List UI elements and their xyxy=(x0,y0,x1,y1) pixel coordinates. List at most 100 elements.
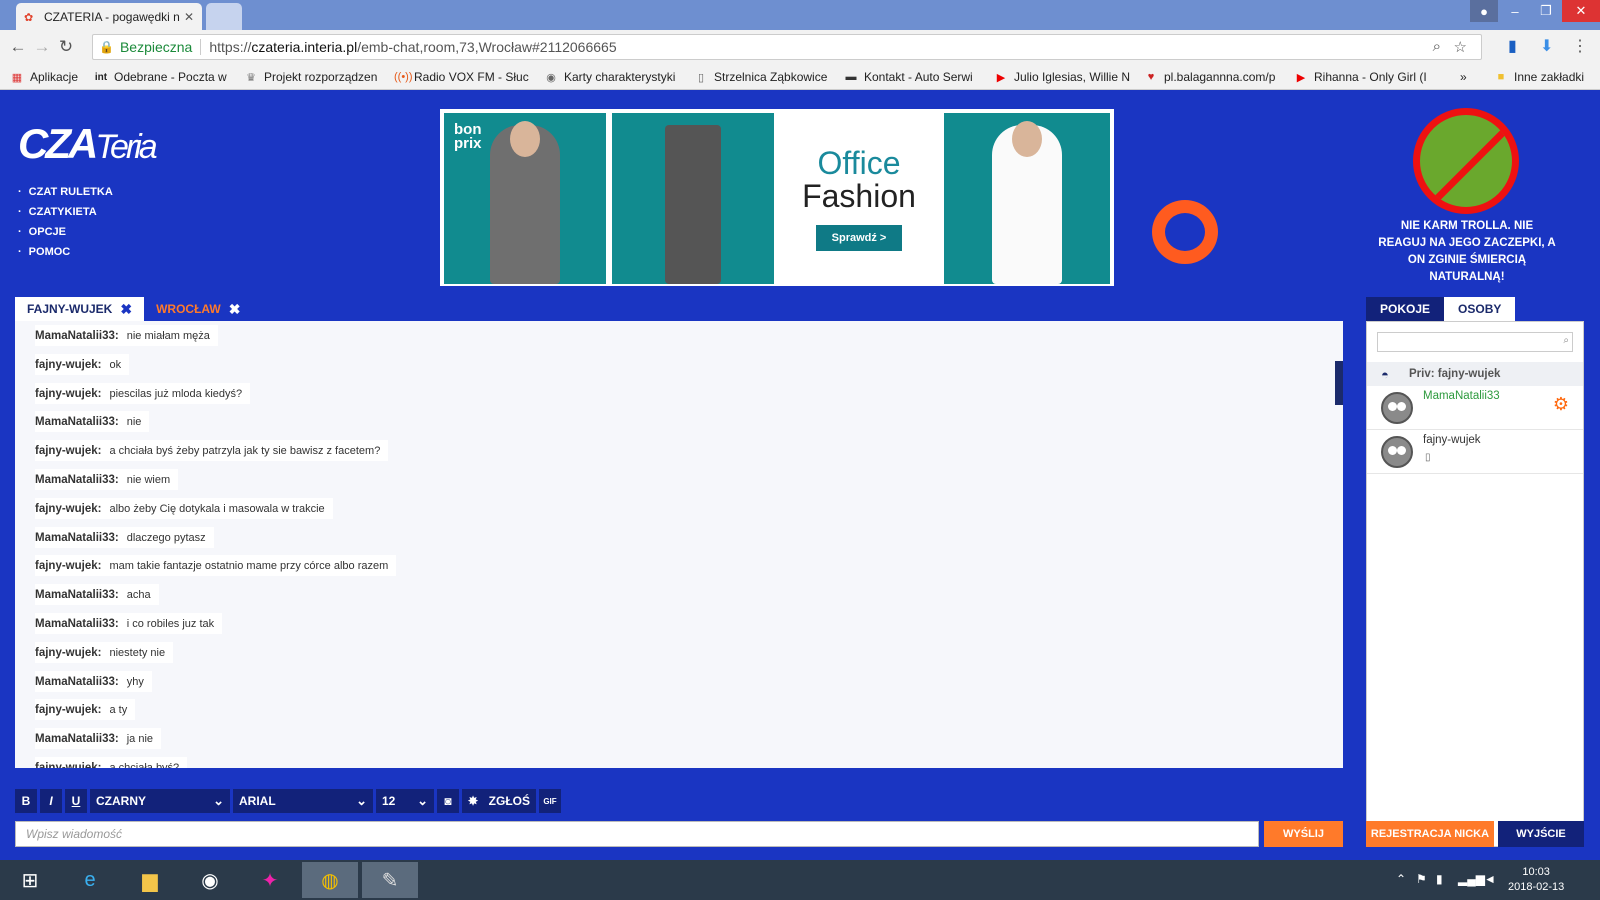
bookmark-item[interactable]: ▦ Aplikacje xyxy=(10,68,84,86)
message-nick[interactable]: fajny-wujek: xyxy=(35,503,101,515)
ad-cta-button[interactable]: Sprawdź > xyxy=(815,225,903,251)
message-nick[interactable]: MamaNatalii33: xyxy=(35,474,119,486)
send-button[interactable]: WYŚLIJ xyxy=(1264,821,1343,847)
windows-start-icon[interactable]: ⊞ xyxy=(2,862,58,898)
font-select[interactable]: ARIAL ⌄ xyxy=(233,789,373,813)
bookmark-extension-icon[interactable]: ▮ xyxy=(1508,36,1517,56)
other-bookmarks-folder[interactable]: ■ Inne zakładki xyxy=(1494,68,1598,86)
reload-icon[interactable]: ↻ xyxy=(54,37,78,57)
exit-button[interactable]: WYJŚCIE xyxy=(1498,821,1584,847)
paint-brush-icon[interactable]: ✎ xyxy=(362,862,418,898)
chrome-icon[interactable]: ◍ xyxy=(302,862,358,898)
message-nick[interactable]: MamaNatalii33: xyxy=(35,330,119,342)
back-arrow-icon[interactable]: ← xyxy=(6,37,30,57)
message-nick[interactable]: MamaNatalii33: xyxy=(35,532,119,544)
battery-icon[interactable]: ▮ xyxy=(1436,872,1443,886)
windows-taskbar: ⊞ e ▆ ◉ ✦ ◍ ✎ ⌃ ⚑ ▮ ▂▄▆ ◄ 10:03 2018-02-… xyxy=(0,860,1600,900)
message-nick[interactable]: fajny-wujek: xyxy=(35,762,101,768)
file-explorer-icon[interactable]: ▆ xyxy=(122,862,178,898)
advertisement-banner[interactable]: bon prix Office Fashion Sprawdź > xyxy=(440,109,1114,286)
mobile-phone-icon: ▯ xyxy=(1425,452,1431,463)
message-text: i co robiles juz tak xyxy=(126,617,215,630)
menu-opcje[interactable]: OPCJE xyxy=(18,222,113,242)
gif-button[interactable]: GIF xyxy=(539,789,561,813)
profile-icon[interactable]: ● xyxy=(1470,0,1498,22)
message-nick[interactable]: MamaNatalii33: xyxy=(35,733,119,745)
system-clock[interactable]: 10:03 2018-02-13 xyxy=(1508,865,1564,895)
camera-icon[interactable]: ◙ xyxy=(437,789,459,813)
message-nick[interactable]: MamaNatalii33: xyxy=(35,416,119,428)
bookmark-item[interactable]: ▶ Julio Iglesias, Willie N xyxy=(994,68,1130,86)
more-bookmarks-button[interactable]: » xyxy=(1460,68,1476,86)
user-search-input[interactable]: ⌕ xyxy=(1377,332,1573,352)
volume-icon[interactable]: ◄ xyxy=(1484,872,1496,886)
menu-czat-ruletka[interactable]: CZAT RULETKA xyxy=(18,182,113,202)
bold-button[interactable]: B xyxy=(15,789,37,813)
tab-pokoje[interactable]: POKOJE xyxy=(1366,297,1445,321)
close-window-button[interactable]: ✕ xyxy=(1562,0,1600,22)
paint-app-icon[interactable]: ✦ xyxy=(242,862,298,898)
browser-tab-active[interactable]: ✿ CZATERIA - pogawędki n ✕ xyxy=(16,3,202,30)
menu-pomoc[interactable]: POMOC xyxy=(18,242,113,262)
bookmark-item[interactable]: int Odebrane - Poczta w xyxy=(94,68,230,86)
network-icon[interactable]: ▂▄▆ xyxy=(1458,872,1485,886)
bookmark-item[interactable]: ▬ Kontakt - Auto Serwi xyxy=(844,68,980,86)
color-select[interactable]: CZARNY ⌄ xyxy=(90,789,230,813)
message-bubble: fajny-wujek: niestety nie xyxy=(35,641,174,663)
message-nick[interactable]: fajny-wujek: xyxy=(35,647,101,659)
minimize-window-button[interactable]: – xyxy=(1500,0,1530,22)
zoom-search-icon[interactable]: ⌕ xyxy=(1433,38,1441,55)
message-nick[interactable]: fajny-wujek: xyxy=(35,359,101,371)
tray-chevron-up-icon[interactable]: ⌃ xyxy=(1396,872,1406,886)
tab-osoby[interactable]: OSOBY xyxy=(1444,297,1516,321)
message-nick[interactable]: MamaNatalii33: xyxy=(35,618,119,630)
scrollbar-thumb[interactable] xyxy=(1335,361,1343,405)
italic-button[interactable]: I xyxy=(40,789,62,813)
interia-logo-icon[interactable] xyxy=(1152,200,1218,264)
czateria-logo[interactable]: CZATeria xyxy=(18,120,178,170)
message-nick[interactable]: fajny-wujek: xyxy=(35,704,101,716)
tab-fajny-wujek[interactable]: FAJNY-WUJEK ✖ xyxy=(15,297,145,321)
internet-explorer-icon[interactable]: e xyxy=(62,862,118,898)
close-icon[interactable]: ✖ xyxy=(229,301,241,318)
gear-icon[interactable]: ⚙ xyxy=(1553,394,1569,415)
bookmark-item[interactable]: ◉ Karty charakterystyki xyxy=(544,68,680,86)
maximize-window-button[interactable]: ❐ xyxy=(1530,0,1562,22)
message-input[interactable]: Wpisz wiadomość xyxy=(15,821,1259,847)
bookmark-item[interactable]: ((•)) Radio VOX FM - Słuc xyxy=(394,68,530,86)
bookmark-item[interactable]: ▶ Rihanna - Only Girl (I xyxy=(1294,68,1430,86)
bookmark-label: Odebrane - Poczta w xyxy=(114,70,227,84)
message-nick[interactable]: MamaNatalii33: xyxy=(35,676,119,688)
camera-app-icon[interactable]: ◉ xyxy=(182,862,238,898)
register-nick-button[interactable]: REJESTRACJA NICKA xyxy=(1366,821,1494,847)
message-log[interactable]: MamaNatalii33: nie miałam męża fajny-wujek… xyxy=(15,321,1343,768)
message-nick[interactable]: MamaNatalii33: xyxy=(35,589,119,601)
report-button[interactable]: ✸ ZGŁOŚ xyxy=(462,789,536,813)
close-icon[interactable]: ✖ xyxy=(120,301,132,318)
message-bubble: MamaNatalii33: ja nie xyxy=(35,728,162,750)
bookmark-item[interactable]: ♥ pl.balagannna.com/p xyxy=(1144,68,1280,86)
close-tab-icon[interactable]: ✕ xyxy=(184,10,194,24)
message-nick[interactable]: fajny-wujek: xyxy=(35,560,101,572)
tab-wroclaw[interactable]: WROCŁAW ✖ xyxy=(144,297,253,321)
message-bubble: fajny-wujek: a ty xyxy=(35,699,136,721)
bookmark-label: Projekt rozporządzen xyxy=(264,70,378,84)
forward-arrow-icon[interactable]: → xyxy=(30,37,54,57)
bookmark-star-icon[interactable]: ☆ xyxy=(1454,38,1467,56)
flag-icon[interactable]: ⚑ xyxy=(1416,872,1427,886)
other-bookmarks-label: Inne zakładki xyxy=(1514,70,1585,84)
menu-kebab-icon[interactable]: ⋮ xyxy=(1572,36,1588,56)
address-bar[interactable]: 🔒 Bezpieczna https://czateria.interia.pl… xyxy=(92,34,1482,60)
menu-czatykieta[interactable]: CZATYKIETA xyxy=(18,202,113,222)
download-extension-icon[interactable]: ⬇ xyxy=(1540,36,1553,56)
user-entry-fajny-wujek[interactable]: fajny-wujek ▯ xyxy=(1367,430,1583,474)
bookmark-item[interactable]: ▯ Strzelnica Ząbkowice xyxy=(694,68,830,86)
bookmark-item[interactable]: ♛ Projekt rozporządzen xyxy=(244,68,380,86)
new-tab-button[interactable] xyxy=(206,3,242,30)
message-nick[interactable]: fajny-wujek: xyxy=(35,445,101,457)
underline-button[interactable]: U xyxy=(65,789,87,813)
user-entry-mamanatalii33[interactable]: MamaNatalii33 ⚙ xyxy=(1367,386,1583,430)
size-select[interactable]: 12 ⌄ xyxy=(376,789,434,813)
message-nick[interactable]: fajny-wujek: xyxy=(35,388,101,400)
car-icon: ▬ xyxy=(845,71,857,83)
